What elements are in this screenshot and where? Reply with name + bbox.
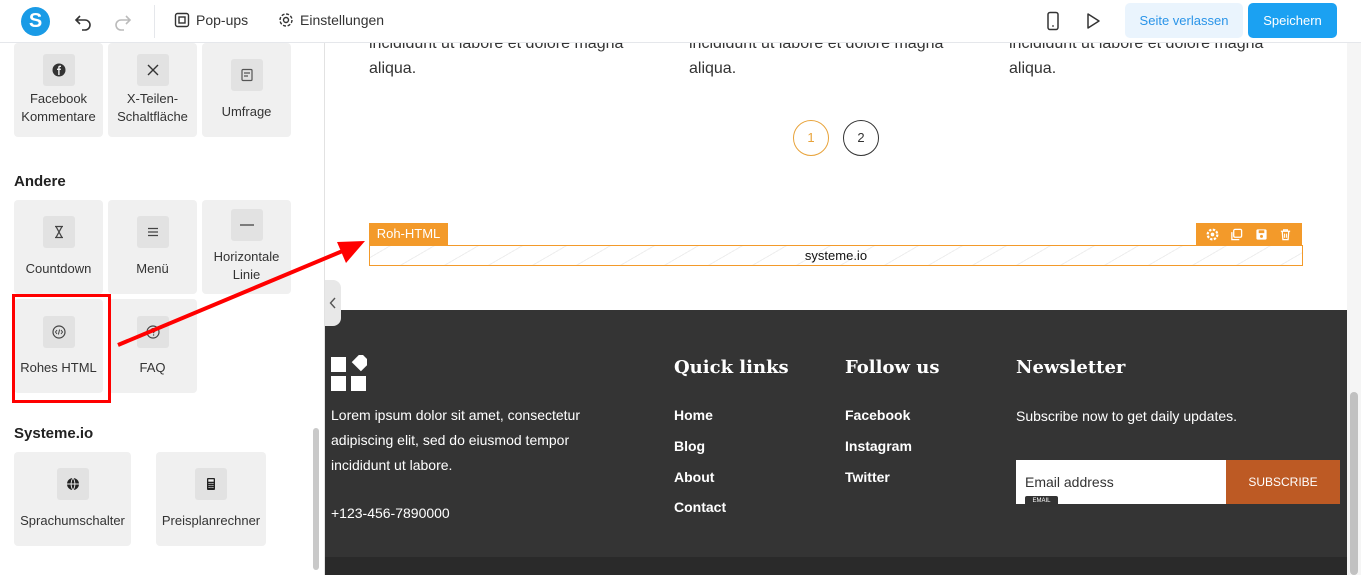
tile-menu[interactable]: Menü bbox=[108, 200, 197, 294]
chevron-left-icon bbox=[329, 297, 336, 309]
footer-phone: +123-456-7890000 bbox=[331, 505, 450, 521]
quick-links-heading: Quick links bbox=[674, 357, 789, 378]
gear-icon bbox=[279, 13, 293, 27]
footer-link-blog[interactable]: Blog bbox=[674, 438, 705, 454]
popup-icon bbox=[174, 12, 190, 28]
survey-icon bbox=[230, 59, 263, 91]
pagination-page-1[interactable]: 1 bbox=[793, 120, 829, 156]
brand-logo-icon bbox=[331, 355, 367, 391]
pagination-page-2[interactable]: 2 bbox=[843, 120, 879, 156]
tile-label: X-Teilen-Schaltfläche bbox=[117, 91, 188, 124]
leave-page-button[interactable]: Seite verlassen bbox=[1125, 3, 1243, 38]
column-text: incididunt ut labore et dolore magna ali… bbox=[369, 43, 624, 77]
tile-survey[interactable]: Umfrage bbox=[202, 43, 291, 137]
newsletter-heading: Newsletter bbox=[1016, 357, 1126, 378]
footer-link-contact[interactable]: Contact bbox=[674, 499, 726, 515]
trash-icon[interactable] bbox=[1279, 228, 1292, 241]
popups-label: Pop-ups bbox=[196, 12, 249, 28]
column-text: incididunt ut labore et dolore magna ali… bbox=[689, 43, 944, 77]
follow-us-heading: Follow us bbox=[845, 357, 940, 378]
tile-pricing-calculator[interactable]: Preisplanrechner bbox=[156, 452, 266, 546]
tile-x-share[interactable]: X-Teilen-Schaltfläche bbox=[108, 43, 197, 137]
tile-language-switcher[interactable]: Sprachumschalter bbox=[14, 452, 131, 546]
highlight-box bbox=[12, 294, 111, 403]
tile-label: FAQ bbox=[139, 360, 166, 375]
preview-play-icon[interactable] bbox=[1083, 11, 1103, 31]
tile-label: Facebook Kommentare bbox=[21, 91, 96, 124]
section-title-systeme: Systeme.io bbox=[14, 425, 94, 442]
tile-label: Preisplanrechner bbox=[161, 513, 261, 528]
footer-link-about[interactable]: About bbox=[674, 469, 714, 485]
footer-link-instagram[interactable]: Instagram bbox=[845, 438, 912, 454]
calculator-icon bbox=[195, 468, 227, 500]
footer-link-twitter[interactable]: Twitter bbox=[845, 469, 890, 485]
save-icon[interactable] bbox=[1255, 228, 1268, 241]
systeme-logo[interactable]: S bbox=[21, 7, 50, 36]
footer-description: Lorem ipsum dolor sit amet, consectetur … bbox=[331, 407, 580, 473]
tile-label: Countdown bbox=[25, 261, 92, 276]
canvas-scrollbar[interactable] bbox=[1350, 392, 1358, 575]
footer-link-facebook[interactable]: Facebook bbox=[845, 407, 910, 423]
redo-icon[interactable] bbox=[113, 11, 133, 31]
save-button[interactable]: Speichern bbox=[1248, 3, 1337, 38]
collapse-sidebar-button[interactable] bbox=[325, 280, 341, 326]
toolbar-divider bbox=[154, 5, 155, 38]
tile-faq[interactable]: FAQ bbox=[108, 299, 197, 393]
duplicate-icon[interactable] bbox=[1230, 228, 1243, 241]
settings-label: Einstellungen bbox=[300, 12, 385, 28]
x-logo-icon bbox=[136, 54, 169, 86]
tile-label: Sprachumschalter bbox=[20, 513, 125, 528]
undo-icon[interactable] bbox=[73, 11, 93, 31]
globe-icon bbox=[56, 468, 89, 500]
top-toolbar: S Pop-ups Einstellungen Seite verlassen … bbox=[0, 0, 1361, 43]
tile-facebook-comments[interactable]: Facebook Kommentare bbox=[14, 43, 103, 137]
raw-html-element[interactable]: systeme.io bbox=[369, 245, 1303, 266]
hourglass-icon bbox=[42, 216, 75, 248]
footer-link-home[interactable]: Home bbox=[674, 407, 713, 423]
tile-label: Umfrage bbox=[221, 104, 272, 119]
column-text: incididunt ut labore et dolore magna ali… bbox=[1009, 43, 1264, 77]
mobile-view-icon[interactable] bbox=[1043, 11, 1063, 31]
settings-button[interactable]: Einstellungen bbox=[278, 12, 384, 28]
settings-icon[interactable] bbox=[1206, 228, 1219, 241]
email-badge: EMAIL bbox=[1025, 496, 1058, 507]
subscribe-button[interactable]: SUBSCRIBE bbox=[1226, 460, 1340, 504]
tile-label: Menü bbox=[136, 261, 169, 276]
footer-bottom-bar bbox=[325, 557, 1347, 575]
facebook-icon bbox=[42, 54, 75, 86]
menu-icon bbox=[136, 216, 169, 248]
page-canvas: incididunt ut labore et dolore magna ali… bbox=[325, 43, 1347, 575]
horizontal-line-icon bbox=[230, 209, 263, 241]
section-title-andere: Andere bbox=[14, 173, 66, 190]
tile-horizontal-line[interactable]: Horizontale Linie bbox=[202, 200, 291, 294]
newsletter-text: Subscribe now to get daily updates. bbox=[1016, 408, 1238, 424]
tile-label: Horizontale Linie bbox=[213, 249, 280, 282]
tile-countdown[interactable]: Countdown bbox=[14, 200, 103, 294]
element-toolbar bbox=[1196, 223, 1302, 245]
question-icon bbox=[136, 316, 169, 348]
page-footer: Lorem ipsum dolor sit amet, consectetur … bbox=[325, 310, 1347, 575]
popups-button[interactable]: Pop-ups bbox=[174, 12, 248, 28]
raw-html-tag[interactable]: Roh-HTML bbox=[369, 223, 448, 245]
sidebar-scrollbar[interactable] bbox=[313, 428, 319, 570]
